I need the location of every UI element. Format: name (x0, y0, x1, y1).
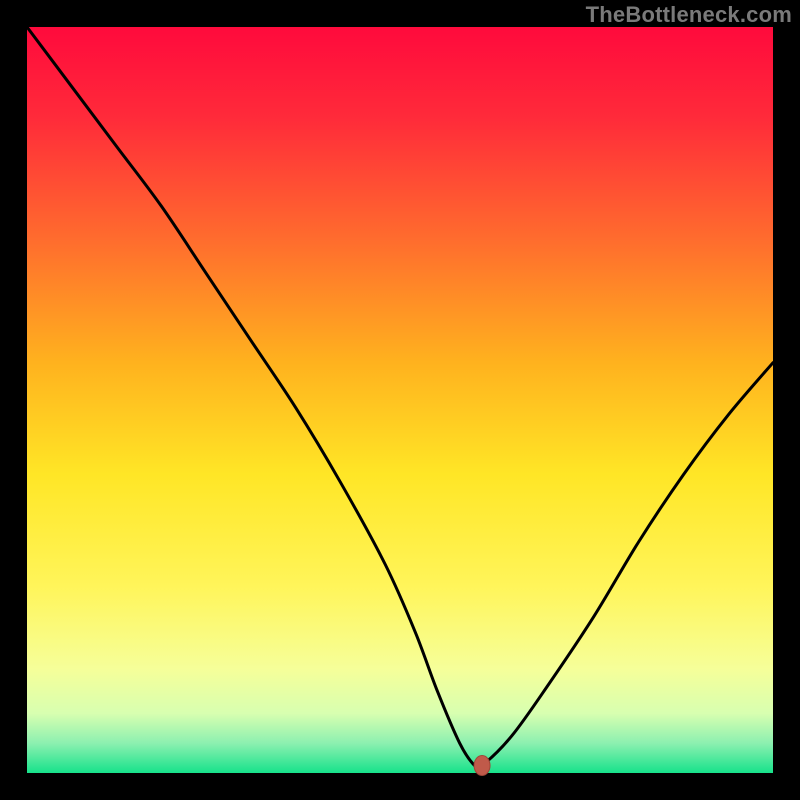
optimum-marker (474, 756, 490, 776)
watermark-text: TheBottleneck.com (586, 2, 792, 28)
bottleneck-chart (0, 0, 800, 800)
plot-background (27, 27, 773, 773)
chart-frame: TheBottleneck.com (0, 0, 800, 800)
